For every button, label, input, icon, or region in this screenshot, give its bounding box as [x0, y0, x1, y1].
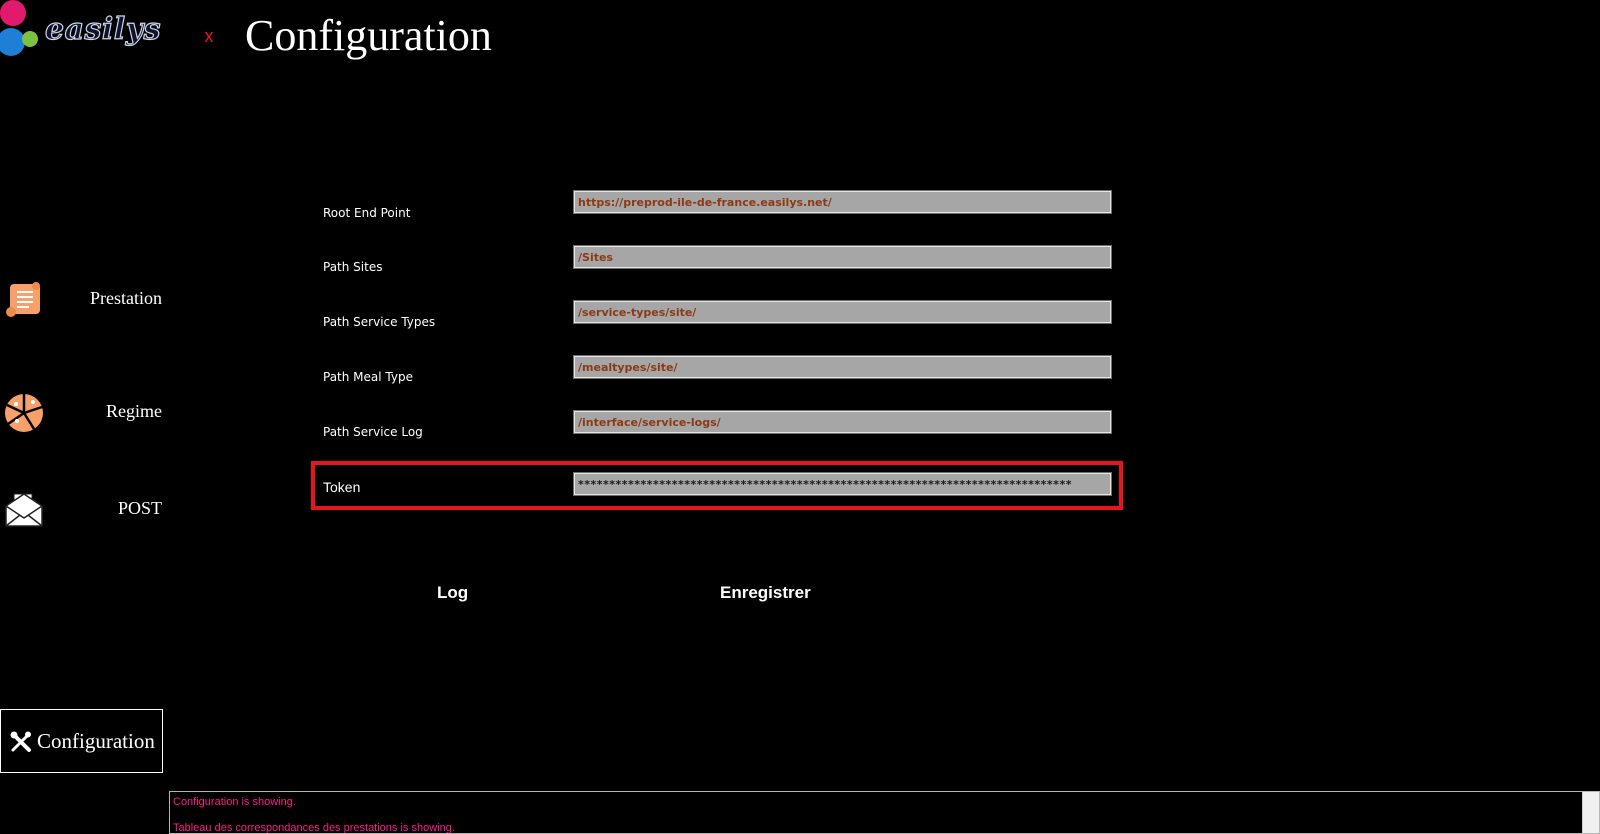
- pie-chart-icon: [5, 394, 43, 432]
- path-meal-type-input[interactable]: [573, 355, 1112, 379]
- sidebar-item-prestation[interactable]: Prestation: [0, 270, 170, 330]
- root-end-point-label: Root End Point: [323, 206, 411, 220]
- easilys-logo: easilys: [0, 0, 161, 64]
- logo-text: easilys: [44, 11, 162, 47]
- sidebar-item-label: Configuration: [37, 729, 155, 753]
- status-line: Configuration is showing.: [173, 796, 296, 808]
- sidebar-item-regime[interactable]: Regime: [0, 383, 170, 443]
- sidebar-item-configuration[interactable]: Configuration: [0, 709, 163, 773]
- scroll-icon: [6, 282, 40, 317]
- sidebar-item-label: Regime: [106, 401, 162, 421]
- status-log-panel[interactable]: Configuration is showing. Tableau des co…: [169, 791, 1600, 834]
- path-sites-label: Path Sites: [323, 260, 383, 274]
- sidebar-item-label: POST: [117, 498, 162, 518]
- path-sites-input[interactable]: [573, 245, 1112, 269]
- path-service-types-label: Path Service Types: [323, 315, 436, 329]
- token-label: Token: [323, 479, 361, 495]
- tools-icon: [10, 731, 31, 752]
- path-service-log-input[interactable]: [573, 410, 1112, 434]
- save-button[interactable]: Enregistrer: [720, 583, 811, 603]
- token-input[interactable]: [573, 472, 1112, 496]
- root-end-point-input[interactable]: [573, 190, 1112, 214]
- sidebar-item-label: Prestation: [90, 288, 162, 308]
- sidebar-item-post[interactable]: POST: [0, 480, 170, 540]
- log-button[interactable]: Log: [437, 583, 468, 603]
- path-service-types-input[interactable]: [573, 300, 1112, 324]
- page-title: Configuration: [245, 11, 492, 60]
- path-service-log-label: Path Service Log: [323, 425, 423, 439]
- status-scrollbar[interactable]: [1582, 792, 1599, 833]
- path-meal-type-label: Path Meal Type: [323, 370, 413, 384]
- status-line: Tableau des correspondances des prestati…: [173, 822, 455, 834]
- close-button[interactable]: x: [200, 24, 218, 48]
- envelope-icon: [5, 493, 43, 527]
- app-window: easilys x Configuration Prestation Regim…: [0, 0, 1600, 834]
